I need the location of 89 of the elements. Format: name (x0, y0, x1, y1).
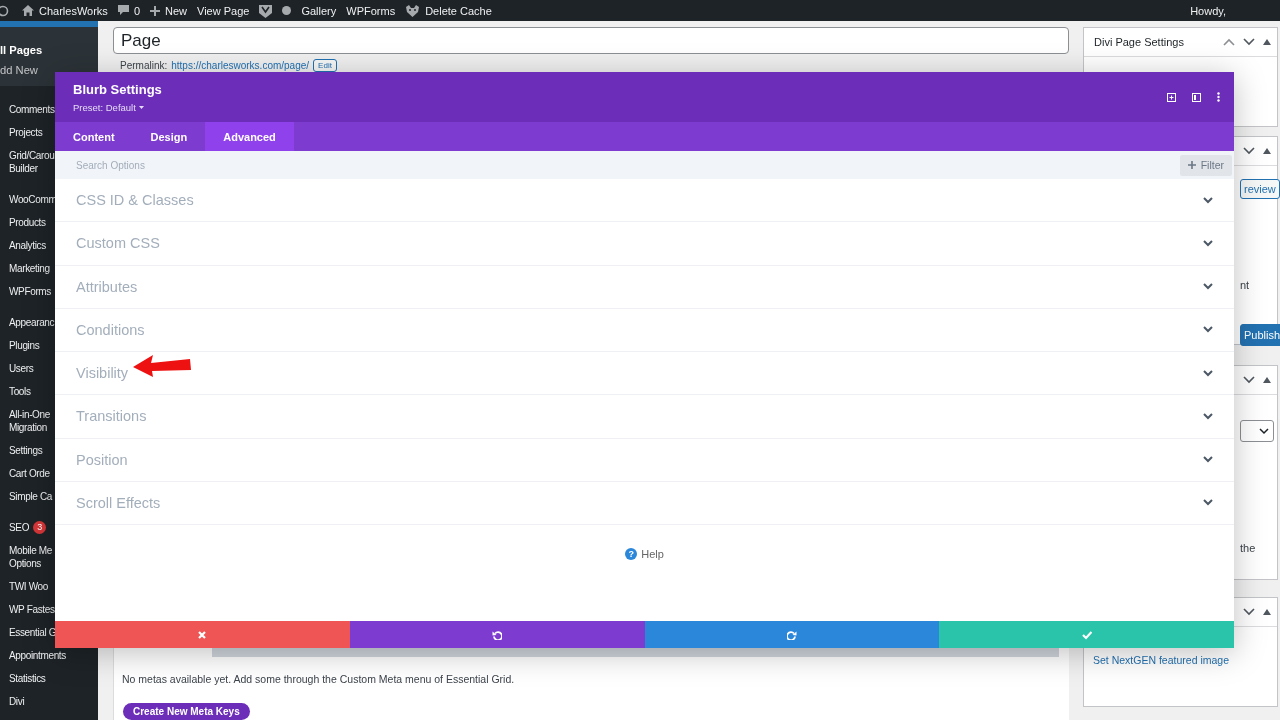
modal-title: Blurb Settings (73, 81, 163, 97)
triangle-up-icon[interactable] (1263, 609, 1271, 615)
more-icon[interactable] (1217, 92, 1220, 102)
chevron-up-icon[interactable] (1223, 38, 1235, 46)
help-link[interactable]: ? Help (625, 547, 664, 561)
tab[interactable]: Advanced (205, 122, 294, 151)
sidebar-item[interactable]: SEO 3 (0, 516, 47, 539)
sidebar-item[interactable]: Appearanc (0, 311, 55, 334)
group-label: Visibility (76, 365, 130, 382)
sidebar-item[interactable]: Plugins (0, 334, 40, 357)
toolbar-link[interactable]: CharlesWorks (22, 4, 108, 17)
title-field[interactable]: Page (113, 27, 1069, 54)
preview-button[interactable]: review (1240, 179, 1280, 199)
empty-message: No metas available yet. Add some through the Custom Meta menu of Essential Grid. (122, 673, 515, 685)
sidebar-item[interactable]: Simple Ca (0, 485, 52, 508)
publish-button[interactable]: Publish (1240, 324, 1280, 346)
sidebar-item[interactable]: Tools (0, 380, 31, 403)
group-label: Position (76, 451, 129, 468)
select-field[interactable] (1240, 420, 1274, 442)
home-icon (22, 5, 34, 16)
panel-text: the (1240, 542, 1256, 554)
toolbar-link[interactable]: Delete Cache (405, 4, 492, 17)
group-label: Attributes (76, 278, 139, 295)
sidebar-item[interactable]: WooComm (0, 188, 57, 211)
expand-icon[interactable] (1167, 92, 1176, 102)
search-field[interactable]: Search Options Filter (55, 151, 1234, 179)
comment-icon (117, 5, 129, 16)
sidebar-item[interactable]: Appointments (0, 644, 66, 667)
redo-icon (786, 629, 797, 640)
triangle-up-icon[interactable] (1263, 377, 1271, 383)
sidebar-item[interactable]: Projects (0, 121, 43, 144)
panel-title: Divi Page Settings (1094, 36, 1185, 48)
split-view-icon[interactable] (1192, 92, 1201, 102)
status-dot-icon[interactable] (282, 6, 292, 15)
cat-icon (405, 4, 421, 17)
panel-text: nt (1240, 279, 1250, 291)
chevron-down-icon (1259, 427, 1269, 435)
sidebar-item[interactable]: Statistics (0, 667, 46, 690)
group-label: Conditions (76, 321, 146, 338)
sidebar-item[interactable]: All-in-One Migration (0, 403, 50, 439)
toolbar-link[interactable]: 0 (117, 4, 140, 17)
preset-dropdown[interactable]: Preset: Default (73, 101, 144, 113)
toolbar-link[interactable]: Gallery (301, 4, 337, 17)
sidebar-item[interactable]: Cart Orde (0, 462, 50, 485)
tab[interactable]: Design (132, 122, 206, 151)
filter-button[interactable]: Filter (1179, 154, 1232, 176)
sidebar-item[interactable]: WP Fastes (0, 598, 55, 621)
toolbar-link[interactable]: WPForms (346, 4, 396, 17)
submenu-item[interactable]: ll Pages (0, 40, 98, 60)
sidebar-item[interactable]: Comments (0, 98, 55, 121)
sidebar-item[interactable]: WPForms (0, 280, 51, 303)
permalink-label: Permalink: (120, 60, 168, 71)
toolbar-link[interactable]: View Page (197, 4, 250, 17)
chevron-down-icon[interactable] (1243, 608, 1255, 616)
sidebar-item[interactable]: Analytics (0, 234, 46, 257)
check-icon (1081, 629, 1092, 640)
sidebar-item[interactable]: Mobile Me Options (0, 539, 52, 575)
count-badge: 3 (33, 521, 47, 534)
close-icon (197, 629, 208, 640)
group-label: Scroll Effects (76, 494, 162, 511)
sidebar-item[interactable]: Products (0, 211, 46, 234)
plus-icon (150, 5, 160, 16)
featured-image-link[interactable]: Set NextGEN featured image (1093, 654, 1229, 666)
sidebar-item[interactable]: Divi (0, 690, 25, 713)
tab[interactable]: Content (55, 122, 133, 151)
caret-icon (138, 105, 144, 109)
sidebar-item[interactable]: Settings (0, 439, 43, 462)
edit-button[interactable]: Edit (313, 59, 337, 72)
submenu-item[interactable]: dd New (0, 60, 98, 80)
create-button[interactable]: Create New Meta Keys (123, 703, 250, 720)
chevron-down-icon[interactable] (1243, 38, 1255, 46)
sidebar-item[interactable]: Marketing (0, 257, 50, 280)
logo-icon[interactable] (0, 4, 10, 17)
permalink-link[interactable]: https://charlesworks.com/page/ (171, 60, 310, 71)
toolbar-link[interactable]: New (150, 4, 187, 17)
sidebar-item[interactable]: TWI Woo (0, 575, 49, 598)
triangle-up-icon[interactable] (1263, 39, 1271, 45)
plus-icon (1187, 161, 1196, 169)
chevron-down-icon[interactable] (1243, 376, 1255, 384)
sidebar-item[interactable]: Grid/Carou Builder (0, 144, 55, 180)
group-label: Custom CSS (76, 235, 161, 252)
undo-icon (492, 629, 503, 640)
triangle-up-icon[interactable] (1263, 148, 1271, 154)
chevron-down-icon[interactable] (1243, 147, 1255, 155)
group-label: CSS ID & Classes (76, 192, 195, 209)
group-label: Transitions (76, 408, 148, 425)
sidebar-item[interactable]: Users (0, 357, 34, 380)
greeting-text[interactable]: Howdy, (1190, 4, 1226, 17)
shield-icon[interactable] (259, 3, 273, 18)
